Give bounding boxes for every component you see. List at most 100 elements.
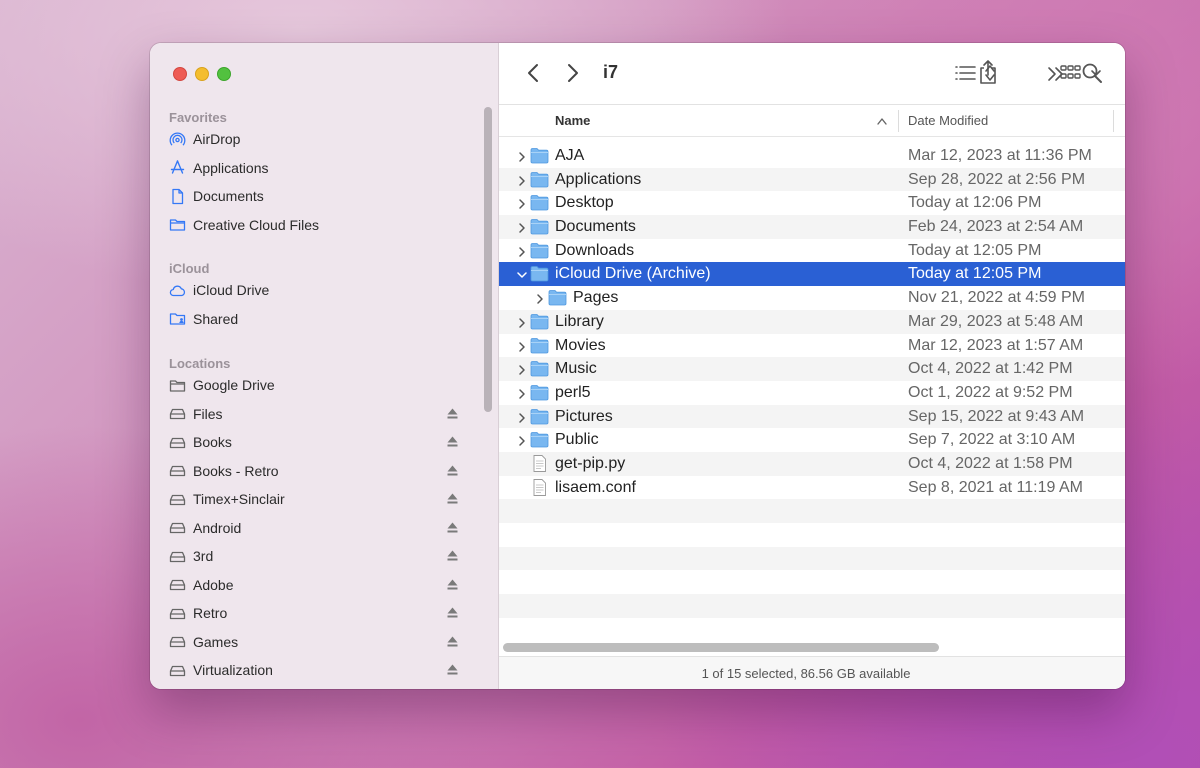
sidebar-section-favorites[interactable]: Favorites xyxy=(169,110,227,125)
drive-icon xyxy=(169,405,186,422)
disclosure-collapsed-icon[interactable] xyxy=(517,150,527,162)
sidebar-section-locations[interactable]: Locations xyxy=(169,356,230,371)
disclosure-collapsed-icon[interactable] xyxy=(517,245,527,257)
sidebar-item-retro[interactable]: Retro xyxy=(169,601,459,625)
disclosure-collapsed-icon[interactable] xyxy=(517,387,527,399)
file-row[interactable]: Public Sep 7, 2022 at 3:10 AM xyxy=(499,428,1125,452)
sidebar-item-timex-sinclair[interactable]: Timex+Sinclair xyxy=(169,487,459,511)
more-toolbar-button[interactable] xyxy=(1045,64,1067,84)
file-date-modified: Oct 1, 2022 at 9:52 PM xyxy=(908,383,1073,401)
disclosure-collapsed-icon[interactable] xyxy=(517,434,527,446)
file-row[interactable]: Documents Feb 24, 2023 at 2:54 AM xyxy=(499,215,1125,239)
file-row[interactable]: perl5 Oct 1, 2022 at 9:52 PM xyxy=(499,381,1125,405)
sidebar-item-label: Retro xyxy=(193,605,228,621)
horizontal-scrollbar[interactable] xyxy=(503,643,939,652)
sidebar-item-label: Shared xyxy=(193,310,239,327)
file-name: Public xyxy=(555,431,599,449)
disclosure-collapsed-icon[interactable] xyxy=(517,221,527,233)
file-name: lisaem.conf xyxy=(555,478,636,496)
empty-row xyxy=(499,499,1125,523)
sidebar-item-books-retro[interactable]: Books - Retro xyxy=(169,459,459,483)
eject-icon[interactable] xyxy=(446,464,459,477)
file-icon xyxy=(530,454,549,472)
sidebar-item-documents[interactable]: Documents xyxy=(169,184,459,208)
file-row[interactable]: lisaem.conf Sep 8, 2021 at 11:19 AM xyxy=(499,476,1125,500)
file-row[interactable]: Desktop Today at 12:06 PM xyxy=(499,191,1125,215)
column-header: Name Date Modified xyxy=(499,106,1125,137)
sidebar-item-label: Creative Cloud Files xyxy=(193,216,320,233)
eject-icon[interactable] xyxy=(446,435,459,448)
file-row[interactable]: Library Mar 29, 2023 at 5:48 AM xyxy=(499,309,1125,334)
main-pane: i7 Name Date Modified AJA Mar 12, 2023 a… xyxy=(499,43,1125,689)
minimize-button[interactable] xyxy=(195,67,209,81)
sidebar-item-3rd[interactable]: 3rd xyxy=(169,544,459,568)
search-button[interactable] xyxy=(1081,62,1103,84)
sidebar-item-books[interactable]: Books xyxy=(169,430,459,454)
file-date-modified: Mar 12, 2023 at 11:36 PM xyxy=(908,147,1092,164)
airdrop-icon xyxy=(169,131,186,148)
back-button[interactable] xyxy=(523,62,543,84)
column-date-header[interactable]: Date Modified xyxy=(908,113,988,128)
file-row[interactable]: Pictures Sep 15, 2022 at 9:43 AM xyxy=(499,404,1125,429)
sidebar-item-google-drive[interactable]: Google Drive xyxy=(169,373,459,397)
sidebar-item-icloud-drive[interactable]: iCloud Drive xyxy=(169,278,459,302)
eject-icon[interactable] xyxy=(446,663,459,676)
eject-icon[interactable] xyxy=(446,407,459,420)
file-icon xyxy=(530,478,549,496)
file-row[interactable]: iCloud Drive (Archive) Today at 12:05 PM xyxy=(499,262,1125,287)
sidebar-item-games[interactable]: Games xyxy=(169,630,459,654)
disclosure-expanded-icon[interactable] xyxy=(517,268,527,280)
sidebar-item-shared[interactable]: Shared xyxy=(169,307,459,331)
zoom-button[interactable] xyxy=(217,67,231,81)
eject-icon[interactable] xyxy=(446,521,459,534)
eject-icon[interactable] xyxy=(446,492,459,505)
column-separator[interactable] xyxy=(1113,110,1114,132)
column-name-header[interactable]: Name xyxy=(555,113,590,128)
eject-icon[interactable] xyxy=(446,549,459,562)
sidebar-item-creative-cloud-files[interactable]: Creative Cloud Files xyxy=(169,213,459,237)
toolbar: i7 xyxy=(499,43,1125,105)
sidebar-item-adobe[interactable]: Adobe xyxy=(169,573,459,597)
sort-ascending-icon xyxy=(877,118,887,125)
column-separator[interactable] xyxy=(898,110,899,132)
disclosure-collapsed-icon[interactable] xyxy=(517,411,527,423)
file-row[interactable]: Movies Mar 12, 2023 at 1:57 AM xyxy=(499,334,1125,358)
eject-icon[interactable] xyxy=(446,606,459,619)
disclosure-collapsed-icon[interactable] xyxy=(535,292,545,304)
eject-icon[interactable] xyxy=(446,578,459,591)
sidebar-item-android[interactable]: Android xyxy=(169,516,459,540)
close-button[interactable] xyxy=(173,67,187,81)
share-icon xyxy=(980,60,996,84)
folder-icon xyxy=(530,147,549,164)
shared-folder-icon xyxy=(169,310,186,327)
file-row[interactable]: Music Oct 4, 2022 at 1:42 PM xyxy=(499,357,1125,381)
file-row[interactable]: AJA Mar 12, 2023 at 11:36 PM xyxy=(499,144,1125,168)
share-button[interactable] xyxy=(976,58,1002,88)
drive-icon xyxy=(169,434,186,451)
sidebar-item-virtualization[interactable]: Virtualization xyxy=(169,658,459,682)
disclosure-collapsed-icon[interactable] xyxy=(517,340,527,352)
disclosure-collapsed-icon[interactable] xyxy=(517,316,527,328)
folder-icon xyxy=(530,431,549,448)
file-date-modified: Today at 12:05 PM xyxy=(908,265,1042,283)
folder-icon xyxy=(530,242,549,259)
file-date-modified: Oct 4, 2022 at 1:42 PM xyxy=(908,360,1073,378)
sidebar-item-airdrop[interactable]: AirDrop xyxy=(169,127,459,151)
forward-button[interactable] xyxy=(563,62,583,84)
file-name: Applications xyxy=(555,170,642,188)
eject-icon[interactable] xyxy=(446,635,459,648)
disclosure-collapsed-icon[interactable] xyxy=(517,174,527,186)
file-row[interactable]: Pages Nov 21, 2022 at 4:59 PM xyxy=(499,286,1125,310)
file-row[interactable]: Downloads Today at 12:05 PM xyxy=(499,239,1125,263)
sidebar-item-files[interactable]: Files xyxy=(169,402,459,426)
double-chevron-right-icon xyxy=(1048,67,1063,81)
sidebar-item-applications[interactable]: Applications xyxy=(169,156,459,180)
disclosure-collapsed-icon[interactable] xyxy=(517,197,527,210)
sidebar-section-icloud[interactable]: iCloud xyxy=(169,261,209,276)
folder-icon xyxy=(530,218,549,235)
file-row[interactable]: Applications Sep 28, 2022 at 2:56 PM xyxy=(499,167,1125,192)
disclosure-collapsed-icon[interactable] xyxy=(517,363,527,375)
file-row[interactable]: get-pip.py Oct 4, 2022 at 1:58 PM xyxy=(499,451,1125,476)
drive-icon xyxy=(169,605,186,622)
sidebar-scrollbar[interactable] xyxy=(484,107,492,412)
